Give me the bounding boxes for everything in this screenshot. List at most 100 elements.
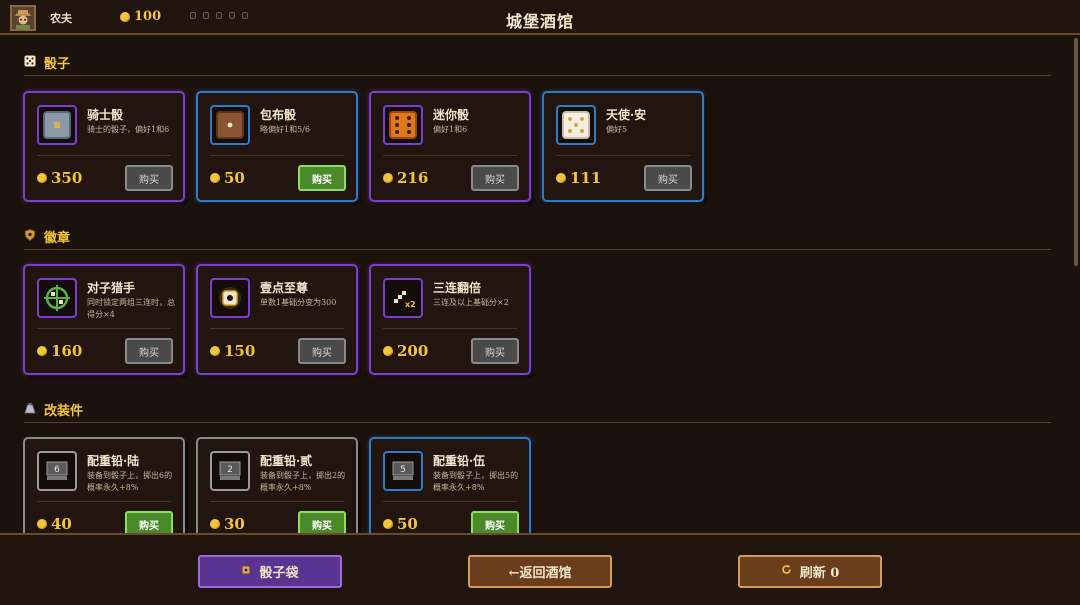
weight-face-label: 5 — [400, 465, 406, 475]
price-value: 350 — [51, 169, 83, 187]
crosshair-icon — [37, 278, 77, 318]
item-name: 三连翻倍 — [433, 281, 482, 295]
item-desc: 单数1基础分变为300 — [260, 298, 337, 307]
divider — [37, 328, 171, 329]
weight-5-icon: 5 — [383, 451, 423, 491]
price-value: 50 — [397, 515, 418, 533]
coin-icon — [210, 346, 220, 356]
section-label: 骰子 — [44, 57, 71, 72]
item-desc: 骑士的骰子，偏好1和6 — [87, 125, 170, 134]
section-header-mods: 改装件 — [24, 398, 1051, 423]
item-price: 50 — [210, 169, 245, 187]
coin-icon — [37, 173, 47, 183]
coin-icon — [210, 173, 220, 183]
item-desc: 三连及以上基础分×2 — [433, 298, 509, 307]
item-name: 配重铅·贰 — [260, 454, 313, 468]
coin-icon — [556, 173, 566, 183]
item-price: 30 — [210, 515, 245, 533]
dice-bag-label: 骰子袋 — [259, 566, 299, 581]
bottom-bar: 骰子袋 ←返回酒馆 刷新 0 — [0, 533, 1080, 605]
one-pip-icon — [210, 278, 250, 318]
shop-card: 包布骰 略偏好1和5/6 50 购买 — [196, 91, 358, 202]
page-title: 城堡酒馆 — [505, 12, 574, 31]
divider — [37, 155, 171, 156]
buy-button[interactable]: 购买 — [471, 338, 519, 364]
item-name: 配重铅·陆 — [87, 454, 140, 468]
divider — [37, 501, 171, 502]
shop-card: 对子猎手 同时锁定两组三连时，总得分×4 160 购买 — [23, 264, 185, 375]
coin-icon — [37, 519, 47, 529]
item-price: 160 — [37, 342, 82, 360]
buy-button[interactable]: 购买 — [471, 165, 519, 191]
price-value: 30 — [224, 515, 245, 533]
buy-button[interactable]: 购买 — [298, 511, 346, 533]
weight-2-icon: 2 — [210, 451, 250, 491]
mini-die-icon — [383, 105, 423, 145]
item-name: 对子猎手 — [87, 281, 136, 295]
top-bar: 农夫 100 城堡酒馆 — [0, 0, 1080, 35]
item-desc: 装备到骰子上，掷出6的概率永久+8% — [87, 471, 173, 492]
divider — [383, 501, 517, 502]
badge-icon — [24, 229, 36, 241]
divider — [556, 155, 690, 156]
item-price: 150 — [210, 342, 255, 360]
price-value: 160 — [51, 342, 83, 360]
item-name: 包布骰 — [260, 108, 297, 122]
svg-text:x2: x2 — [405, 300, 416, 309]
item-price: 350 — [37, 169, 82, 187]
shop-scroll-area[interactable]: 骰子 骑士骰 骑士的骰子，偏好1和6 350 购买 包布骰 略偏好1和5/6 5… — [0, 35, 1080, 533]
coin-icon — [210, 519, 220, 529]
shop-card: 天使·安 偏好5 111 购买 — [542, 91, 704, 202]
item-price: 40 — [37, 515, 72, 533]
scrollbar-thumb[interactable] — [1074, 38, 1078, 266]
price-value: 200 — [397, 342, 429, 360]
weight-face-label: 2 — [227, 465, 233, 475]
weight-icon — [24, 402, 36, 414]
buy-button[interactable]: 购买 — [298, 165, 346, 191]
buy-button[interactable]: 购买 — [644, 165, 692, 191]
shop-card: 6 配重铅·陆 装备到骰子上，掷出6的概率永久+8% 40 购买 — [23, 437, 185, 533]
item-desc: 装备到骰子上，掷出2的概率永久+8% — [260, 471, 346, 492]
back-label: ←返回酒馆 — [508, 566, 572, 581]
refresh-label: 刷新 0 — [799, 566, 840, 581]
coin-icon — [383, 346, 393, 356]
divider — [210, 155, 344, 156]
item-price: 111 — [556, 169, 601, 187]
section-header-dice: 骰子 — [24, 51, 1051, 76]
buy-button[interactable]: 购买 — [125, 511, 173, 533]
divider — [383, 155, 517, 156]
dice-bag-button[interactable]: 骰子袋 — [198, 555, 342, 588]
item-name: 壹点至尊 — [260, 281, 309, 295]
refresh-button[interactable]: 刷新 0 — [738, 555, 882, 588]
divider — [210, 328, 344, 329]
dice-icon — [24, 55, 36, 67]
item-desc: 偏好1和6 — [433, 125, 468, 134]
buy-button[interactable]: 购买 — [471, 511, 519, 533]
coin-icon — [383, 173, 393, 183]
item-name: 迷你骰 — [433, 108, 470, 122]
item-name: 天使·安 — [606, 108, 647, 122]
shop-card: 壹点至尊 单数1基础分变为300 150 购买 — [196, 264, 358, 375]
divider — [383, 328, 517, 329]
stairs-x2-icon: x2 — [383, 278, 423, 318]
shop-card: 骑士骰 骑士的骰子，偏好1和6 350 购买 — [23, 91, 185, 202]
coin-icon — [383, 519, 393, 529]
dice-bag-icon — [241, 564, 251, 579]
item-name: 骑士骰 — [87, 108, 124, 122]
item-desc: 略偏好1和5/6 — [260, 125, 310, 134]
shop-card: 5 配重铅·伍 装备到骰子上，掷出5的概率永久+8% 50 购买 — [369, 437, 531, 533]
buy-button[interactable]: 购买 — [125, 165, 173, 191]
price-value: 40 — [51, 515, 72, 533]
buy-button[interactable]: 购买 — [298, 338, 346, 364]
section-label: 改装件 — [44, 404, 84, 419]
price-value: 150 — [224, 342, 256, 360]
divider — [210, 501, 344, 502]
shop-card: 2 配重铅·贰 装备到骰子上，掷出2的概率永久+8% 30 购买 — [196, 437, 358, 533]
item-name: 配重铅·伍 — [433, 454, 486, 468]
angel-die-icon — [556, 105, 596, 145]
coin-icon — [37, 346, 47, 356]
section-label: 徽章 — [44, 231, 71, 246]
buy-button[interactable]: 购买 — [125, 338, 173, 364]
back-to-tavern-button[interactable]: ←返回酒馆 — [468, 555, 612, 588]
item-price: 200 — [383, 342, 428, 360]
